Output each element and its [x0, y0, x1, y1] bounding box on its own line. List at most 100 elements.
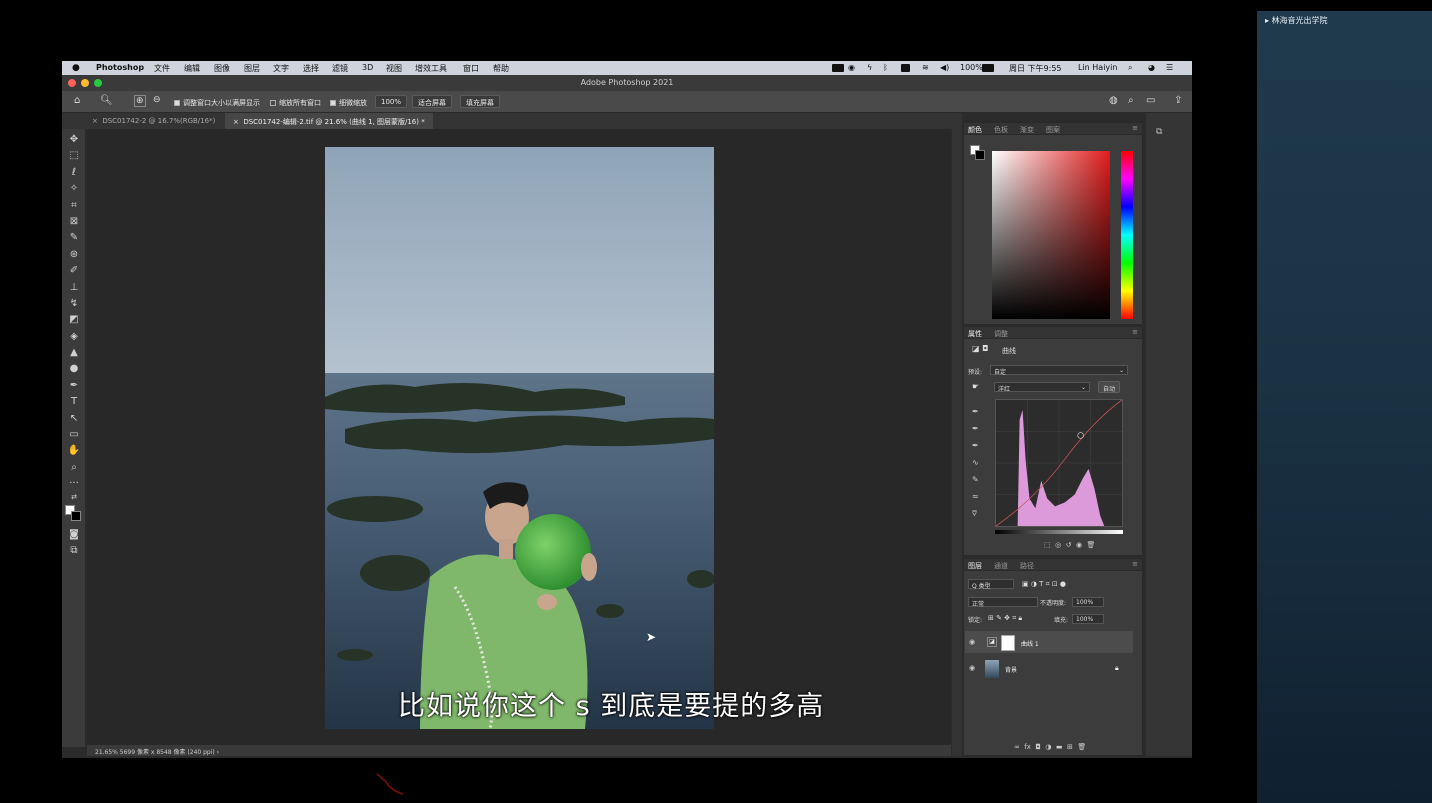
brush-tool-icon[interactable]: ✐: [67, 264, 81, 277]
channel-select[interactable]: 洋红 ⌄: [994, 382, 1090, 393]
tab-patterns[interactable]: 图案: [1046, 125, 1060, 135]
volume-icon[interactable]: ◀): [940, 63, 949, 72]
menu-type[interactable]: 文字: [273, 63, 289, 74]
resize-windows-checkbox[interactable]: 调整窗口大小以满屏显示: [174, 98, 260, 108]
screen-mode-icon[interactable]: ⧉: [67, 544, 81, 557]
tab-adjustments[interactable]: 调整: [994, 329, 1008, 339]
paint-bucket-tool-icon[interactable]: ◈: [67, 330, 81, 343]
marquee-tool-icon[interactable]: ⬚: [67, 149, 81, 162]
status-icon[interactable]: ◉: [848, 63, 855, 72]
panel-menu-icon[interactable]: ≡: [1132, 328, 1138, 336]
new-layer-icon[interactable]: ⊞: [1067, 743, 1073, 751]
path-selection-tool-icon[interactable]: ↖: [67, 412, 81, 425]
tab-properties[interactable]: 属性: [968, 329, 982, 339]
menu-help[interactable]: 帮助: [493, 63, 509, 74]
quick-mask-icon[interactable]: ◙: [67, 528, 81, 541]
layer-filter-select[interactable]: Q 类型: [968, 579, 1014, 590]
zoom-tool-preset-icon[interactable]: 🔍︎: [100, 95, 113, 106]
reset-icon[interactable]: ↺: [1066, 541, 1072, 549]
new-group-icon[interactable]: ▬: [1056, 743, 1063, 751]
tab-document-1[interactable]: × DSC01742-2 @ 16.7%(RGB/16*): [84, 113, 223, 129]
magic-wand-tool-icon[interactable]: ✧: [67, 182, 81, 195]
tab-document-2[interactable]: × DSC01742-编辑-2.tif @ 21.6% (曲线 1, 图层蒙版/…: [225, 113, 433, 129]
zoom-all-checkbox[interactable]: 缩放所有窗口: [270, 98, 321, 108]
eraser-tool-icon[interactable]: ◩: [67, 313, 81, 326]
tab-layers[interactable]: 图层: [968, 561, 982, 571]
zoom-tool-icon[interactable]: ⌕: [67, 461, 81, 474]
eyedropper-gray-icon[interactable]: ✒: [972, 420, 979, 437]
menu-filter[interactable]: 滤镜: [332, 63, 348, 74]
auto-button[interactable]: 自动: [1098, 381, 1121, 393]
more-tools-icon[interactable]: ···: [67, 477, 81, 490]
siri-icon[interactable]: ◕: [1148, 63, 1155, 72]
curve-point-icon[interactable]: ∿: [972, 454, 979, 471]
bluetooth-icon[interactable]: ᛒ: [883, 63, 888, 72]
control-center-icon[interactable]: ☰: [1166, 63, 1173, 72]
share-icon[interactable]: ⇪: [1174, 95, 1182, 106]
menu-edit[interactable]: 编辑: [184, 63, 200, 74]
color-picker-field[interactable]: [992, 151, 1110, 319]
tab-close-icon[interactable]: ×: [92, 117, 98, 125]
rectangle-tool-icon[interactable]: ▭: [67, 428, 81, 441]
layer-row-curves[interactable]: ◉ ◪ 曲线 1: [965, 631, 1133, 653]
eyedropper-tool-icon[interactable]: ✎: [67, 231, 81, 244]
curves-graph[interactable]: [995, 399, 1123, 527]
layer-mask-thumbnail[interactable]: [1001, 635, 1015, 651]
layer-row-background[interactable]: ◉ 背景 🔒︎: [965, 657, 1133, 679]
target-adjust-icon[interactable]: ☛: [972, 382, 979, 391]
panel-menu-icon[interactable]: ≡: [1132, 560, 1138, 568]
menu-layer[interactable]: 图层: [244, 63, 260, 74]
frame-tool-icon[interactable]: ⊠: [67, 215, 81, 228]
fill-field[interactable]: 100%: [1072, 614, 1104, 624]
new-adjustment-icon[interactable]: ◑: [1045, 743, 1051, 751]
user-name[interactable]: Lin Haiyin: [1078, 63, 1117, 72]
eye-icon[interactable]: ◉: [969, 664, 975, 672]
eyedropper-white-icon[interactable]: ✒: [972, 437, 979, 454]
cloud-docs-icon[interactable]: ◍: [1109, 95, 1118, 106]
menu-view[interactable]: 视图: [386, 63, 402, 74]
battery-icon[interactable]: [982, 63, 994, 72]
apple-menu-icon[interactable]: ●: [72, 63, 80, 73]
type-tool-icon[interactable]: T: [67, 395, 81, 408]
clip-to-layer-icon[interactable]: ⬚: [1044, 541, 1051, 549]
clock[interactable]: 周日 下午9:55: [1009, 63, 1062, 74]
workspace-icon[interactable]: ▭: [1146, 95, 1155, 106]
hue-slider[interactable]: [1121, 151, 1133, 319]
menu-select[interactable]: 选择: [303, 63, 319, 74]
menu-image[interactable]: 图像: [214, 63, 230, 74]
input-a-icon[interactable]: [901, 63, 910, 72]
spotlight-search-icon[interactable]: ⌕: [1128, 63, 1132, 73]
clipping-icon[interactable]: ⩢: [972, 505, 979, 522]
tab-color[interactable]: 颜色: [968, 125, 982, 135]
pen-tool-icon[interactable]: ✒: [67, 379, 81, 392]
pencil-icon[interactable]: ✎: [972, 471, 979, 488]
zoom-out-icon[interactable]: ⊖: [153, 95, 161, 105]
fill-screen-button[interactable]: 填充屏幕: [460, 95, 500, 108]
layer-filter-icons[interactable]: ▣ ◑ T ⌗ ⊡ ●: [1022, 580, 1066, 589]
smooth-icon[interactable]: ≈: [972, 488, 979, 505]
delete-adjustment-icon[interactable]: 🗑︎: [1087, 541, 1096, 549]
canvas-area[interactable]: [87, 129, 951, 745]
search-icon[interactable]: ⌕: [1128, 95, 1134, 106]
stamp-tool-icon[interactable]: ⊥: [67, 281, 81, 294]
hand-tool-icon[interactable]: ✋: [67, 444, 81, 457]
scrubby-zoom-checkbox[interactable]: 细微缩放: [330, 98, 367, 108]
blend-mode-select[interactable]: 正常: [968, 597, 1038, 608]
eye-icon[interactable]: ◉: [969, 638, 975, 646]
tab-swatches[interactable]: 色板: [994, 125, 1008, 135]
preset-select[interactable]: 自定 ⌄: [990, 365, 1128, 376]
zoom-in-icon[interactable]: ⊕: [134, 95, 146, 107]
menu-plugins[interactable]: 增效工具: [415, 63, 447, 74]
bolt-icon[interactable]: ϟ: [867, 63, 872, 72]
home-icon[interactable]: ⌂: [74, 95, 80, 106]
lock-icons[interactable]: ⊞ ✎ ✥ ⌗ 🔒︎: [988, 614, 1022, 623]
delete-layer-icon[interactable]: 🗑︎: [1077, 743, 1086, 751]
camera-icon[interactable]: [832, 63, 844, 72]
menu-file[interactable]: 文件: [154, 63, 170, 74]
history-brush-tool-icon[interactable]: ↯: [67, 297, 81, 310]
zoom-100-button[interactable]: 100%: [375, 95, 408, 108]
opacity-field[interactable]: 100%: [1072, 597, 1104, 607]
link-layers-icon[interactable]: ∞: [1014, 743, 1020, 751]
app-menu[interactable]: Photoshop: [96, 63, 144, 72]
crop-tool-icon[interactable]: ⌗: [67, 199, 81, 212]
